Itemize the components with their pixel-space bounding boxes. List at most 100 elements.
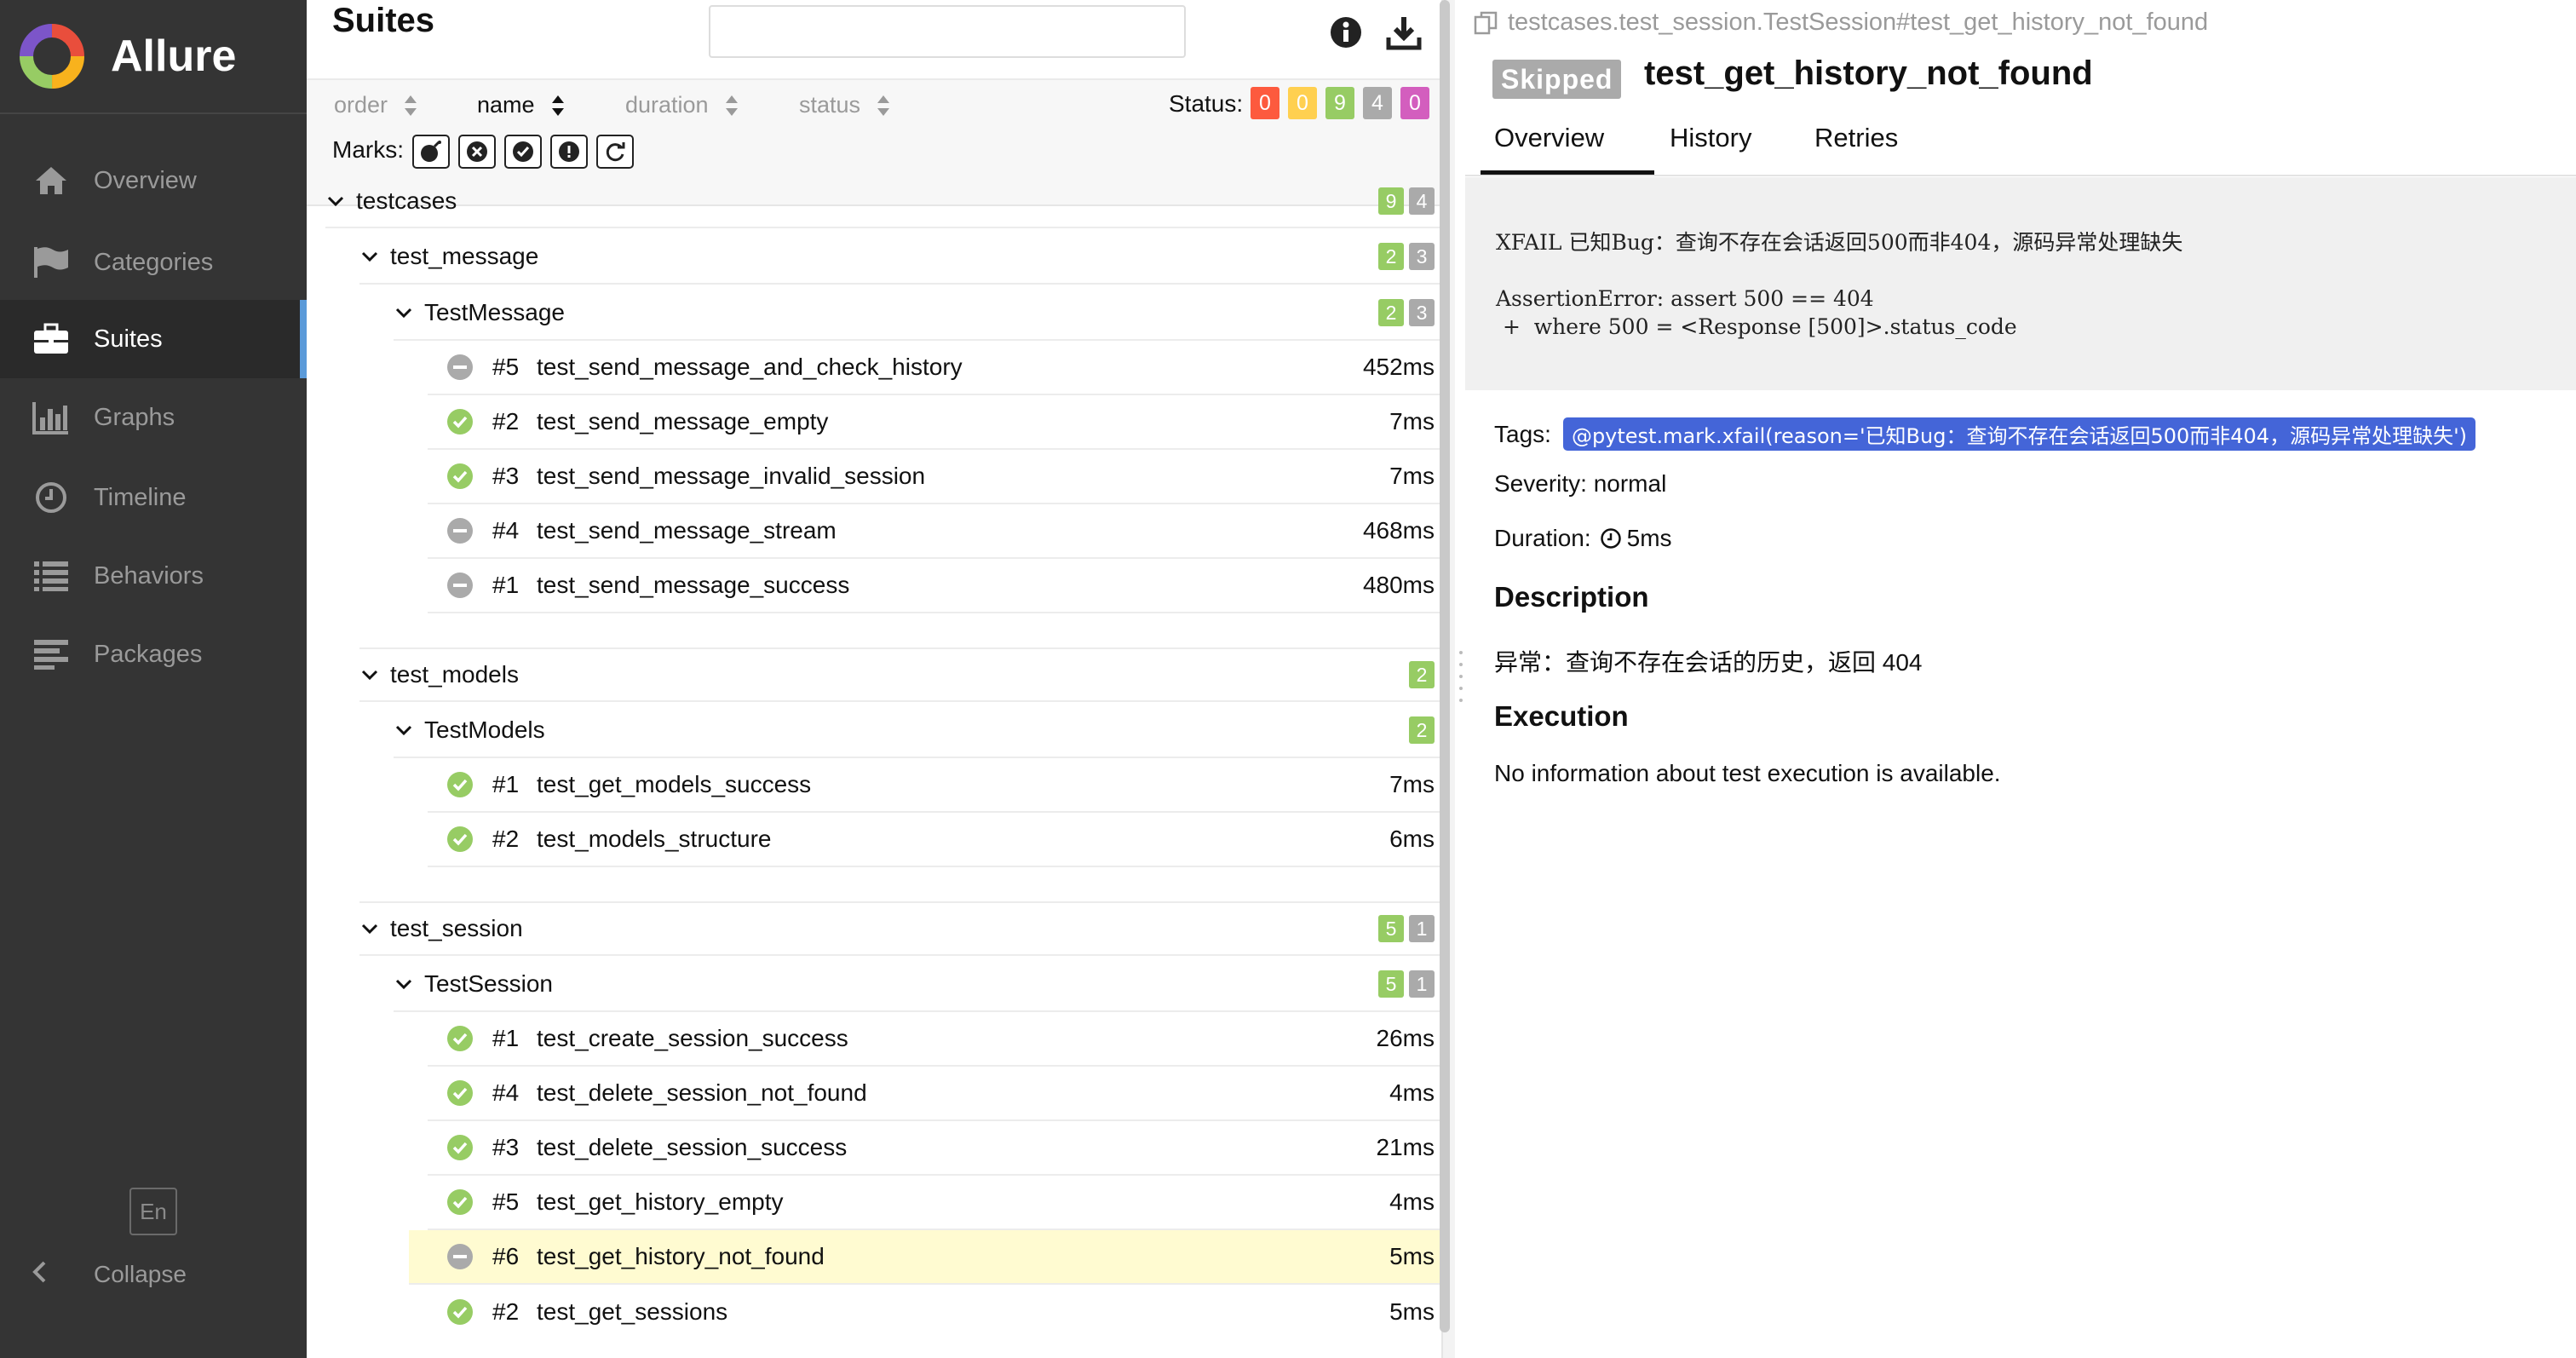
sort-order[interactable]: order: [334, 92, 418, 118]
node-label: test_session: [390, 915, 523, 941]
tab-history[interactable]: History: [1670, 123, 1751, 153]
nav-behaviors[interactable]: Behaviors: [0, 537, 307, 615]
nav-graphs[interactable]: Graphs: [0, 378, 307, 457]
test-row[interactable]: #4 test_send_message_stream 468ms: [428, 504, 1448, 559]
skipped-status-icon: [447, 518, 473, 544]
node-label: test_models: [390, 661, 519, 688]
test-duration: 4ms: [1389, 1188, 1435, 1215]
chevron-down-icon: [395, 308, 412, 319]
test-row[interactable]: #5 test_get_history_empty 4ms: [428, 1176, 1448, 1230]
test-row[interactable]: #2 test_send_message_empty 7ms: [428, 395, 1448, 450]
test-row[interactable]: #4 test_delete_session_not_found 4ms: [428, 1067, 1448, 1121]
sidebar: Allure Overview Categories Suites Graphs…: [0, 0, 307, 1358]
node-label: testcases: [356, 187, 457, 214]
nav-packages[interactable]: Packages: [0, 615, 307, 693]
status-filter-skipped[interactable]: 4: [1363, 87, 1392, 119]
test-row[interactable]: #3 test_send_message_invalid_session 7ms: [428, 450, 1448, 504]
search-input[interactable]: [709, 5, 1186, 58]
nav-categories[interactable]: Categories: [0, 223, 307, 302]
test-row[interactable]: #1 test_get_models_success 7ms: [428, 758, 1448, 813]
test-name: test_models_structure: [537, 826, 772, 852]
test-row[interactable]: #1 test_send_message_success 480ms: [428, 559, 1448, 613]
nav-suites[interactable]: Suites: [0, 300, 307, 378]
chevron-down-icon: [395, 979, 412, 990]
nav-label: Suites: [94, 325, 163, 353]
status-filter-failed[interactable]: 0: [1251, 87, 1279, 119]
nav-timeline[interactable]: Timeline: [0, 458, 307, 537]
sort-arrows-icon: [405, 95, 417, 116]
test-order: #1: [492, 771, 520, 797]
mark-retries-button[interactable]: [596, 135, 634, 169]
test-row-selected[interactable]: #6 test_get_history_not_found 5ms: [409, 1230, 1455, 1285]
test-order: #2: [492, 1298, 520, 1325]
nav-label: Categories: [94, 248, 214, 276]
node-label: TestModels: [424, 716, 545, 743]
tree-scrollbar[interactable]: [1440, 0, 1450, 1332]
tabs-divider: [1465, 175, 2576, 176]
test-duration: 480ms: [1362, 572, 1435, 598]
language-button[interactable]: En: [129, 1188, 177, 1235]
test-row[interactable]: #2 test_models_structure 6ms: [428, 813, 1448, 867]
collapse-button[interactable]: Collapse: [31, 1252, 187, 1297]
test-row[interactable]: #1 test_create_session_success 26ms: [428, 1012, 1448, 1067]
chevron-down-icon: [327, 196, 344, 207]
test-duration: 7ms: [1389, 771, 1435, 797]
test-row[interactable]: #5 test_send_message_and_check_history 4…: [428, 341, 1448, 395]
test-name: test_create_session_success: [537, 1025, 848, 1051]
test-name: test_get_history_empty: [537, 1188, 784, 1215]
allure-logo-icon: [20, 24, 84, 89]
tab-retries[interactable]: Retries: [1814, 123, 1898, 153]
tree-node-test-models[interactable]: test_models 2: [359, 647, 1448, 702]
passed-count: 2: [1378, 299, 1404, 326]
test-duration: 7ms: [1389, 463, 1435, 489]
test-detail-pane: testcases.test_session.TestSession#test_…: [1465, 0, 2576, 1358]
breadcrumb[interactable]: testcases.test_session.TestSession#test_…: [1474, 9, 2208, 37]
test-row[interactable]: #3 test_delete_session_success 21ms: [428, 1121, 1448, 1176]
test-order: #3: [492, 463, 520, 489]
chevron-down-icon: [361, 251, 378, 262]
node-label: TestMessage: [424, 299, 565, 325]
test-name: test_get_models_success: [537, 771, 812, 797]
mark-new-failed-button[interactable]: [458, 135, 496, 169]
tree-node-test-message[interactable]: test_message 23: [359, 230, 1448, 285]
execution-heading: Execution: [1494, 700, 1629, 732]
tree-node-testmessage[interactable]: TestMessage 23: [394, 286, 1448, 341]
tags-row: Tags: @pytest.mark.xfail(reason='已知Bug：查…: [1494, 417, 2476, 451]
tree-node-testcases[interactable]: testcases 94: [325, 176, 1448, 228]
passed-status-icon: [447, 1135, 473, 1160]
sort-name[interactable]: name: [477, 92, 566, 118]
passed-count: 2: [1409, 661, 1435, 688]
align-left-icon: [31, 634, 72, 675]
test-name: test_send_message_success: [537, 572, 850, 598]
tree-node-test-session[interactable]: test_session 51: [359, 901, 1448, 956]
test-row[interactable]: #2 test_get_sessions 5ms: [428, 1285, 1448, 1339]
chevron-down-icon: [361, 924, 378, 935]
test-order: #3: [492, 1134, 520, 1160]
sort-duration[interactable]: duration: [625, 92, 739, 118]
sort-arrows-icon: [877, 95, 890, 116]
sort-status[interactable]: status: [799, 92, 891, 118]
info-icon[interactable]: [1329, 15, 1363, 49]
exclamation-circle-icon: [559, 141, 579, 162]
status-filter-unknown[interactable]: 0: [1400, 87, 1429, 119]
copy-icon[interactable]: [1474, 10, 1499, 36]
mark-new-passed-button[interactable]: [504, 135, 542, 169]
tree-node-testmodels[interactable]: TestModels 2: [394, 704, 1448, 758]
mark-flaky-button[interactable]: [412, 135, 450, 169]
download-icon[interactable]: [1385, 14, 1423, 51]
clock-icon: [1600, 528, 1621, 549]
tab-overview[interactable]: Overview: [1494, 123, 1604, 153]
test-order: #2: [492, 826, 520, 852]
breadcrumb-path: testcases.test_session.TestSession#test_…: [1508, 9, 2209, 36]
status-filter-passed[interactable]: 9: [1325, 87, 1354, 119]
clock-icon: [31, 477, 72, 518]
skipped-count: 1: [1409, 915, 1435, 942]
status-filter-broken[interactable]: 0: [1288, 87, 1317, 119]
chevron-down-icon: [361, 670, 378, 681]
passed-count: 2: [1378, 243, 1404, 270]
test-name: test_get_sessions: [537, 1298, 728, 1325]
mark-new-broken-button[interactable]: [550, 135, 588, 169]
brand[interactable]: Allure: [0, 0, 307, 114]
tree-node-testsession[interactable]: TestSession 51: [394, 958, 1448, 1012]
nav-overview[interactable]: Overview: [0, 141, 307, 220]
